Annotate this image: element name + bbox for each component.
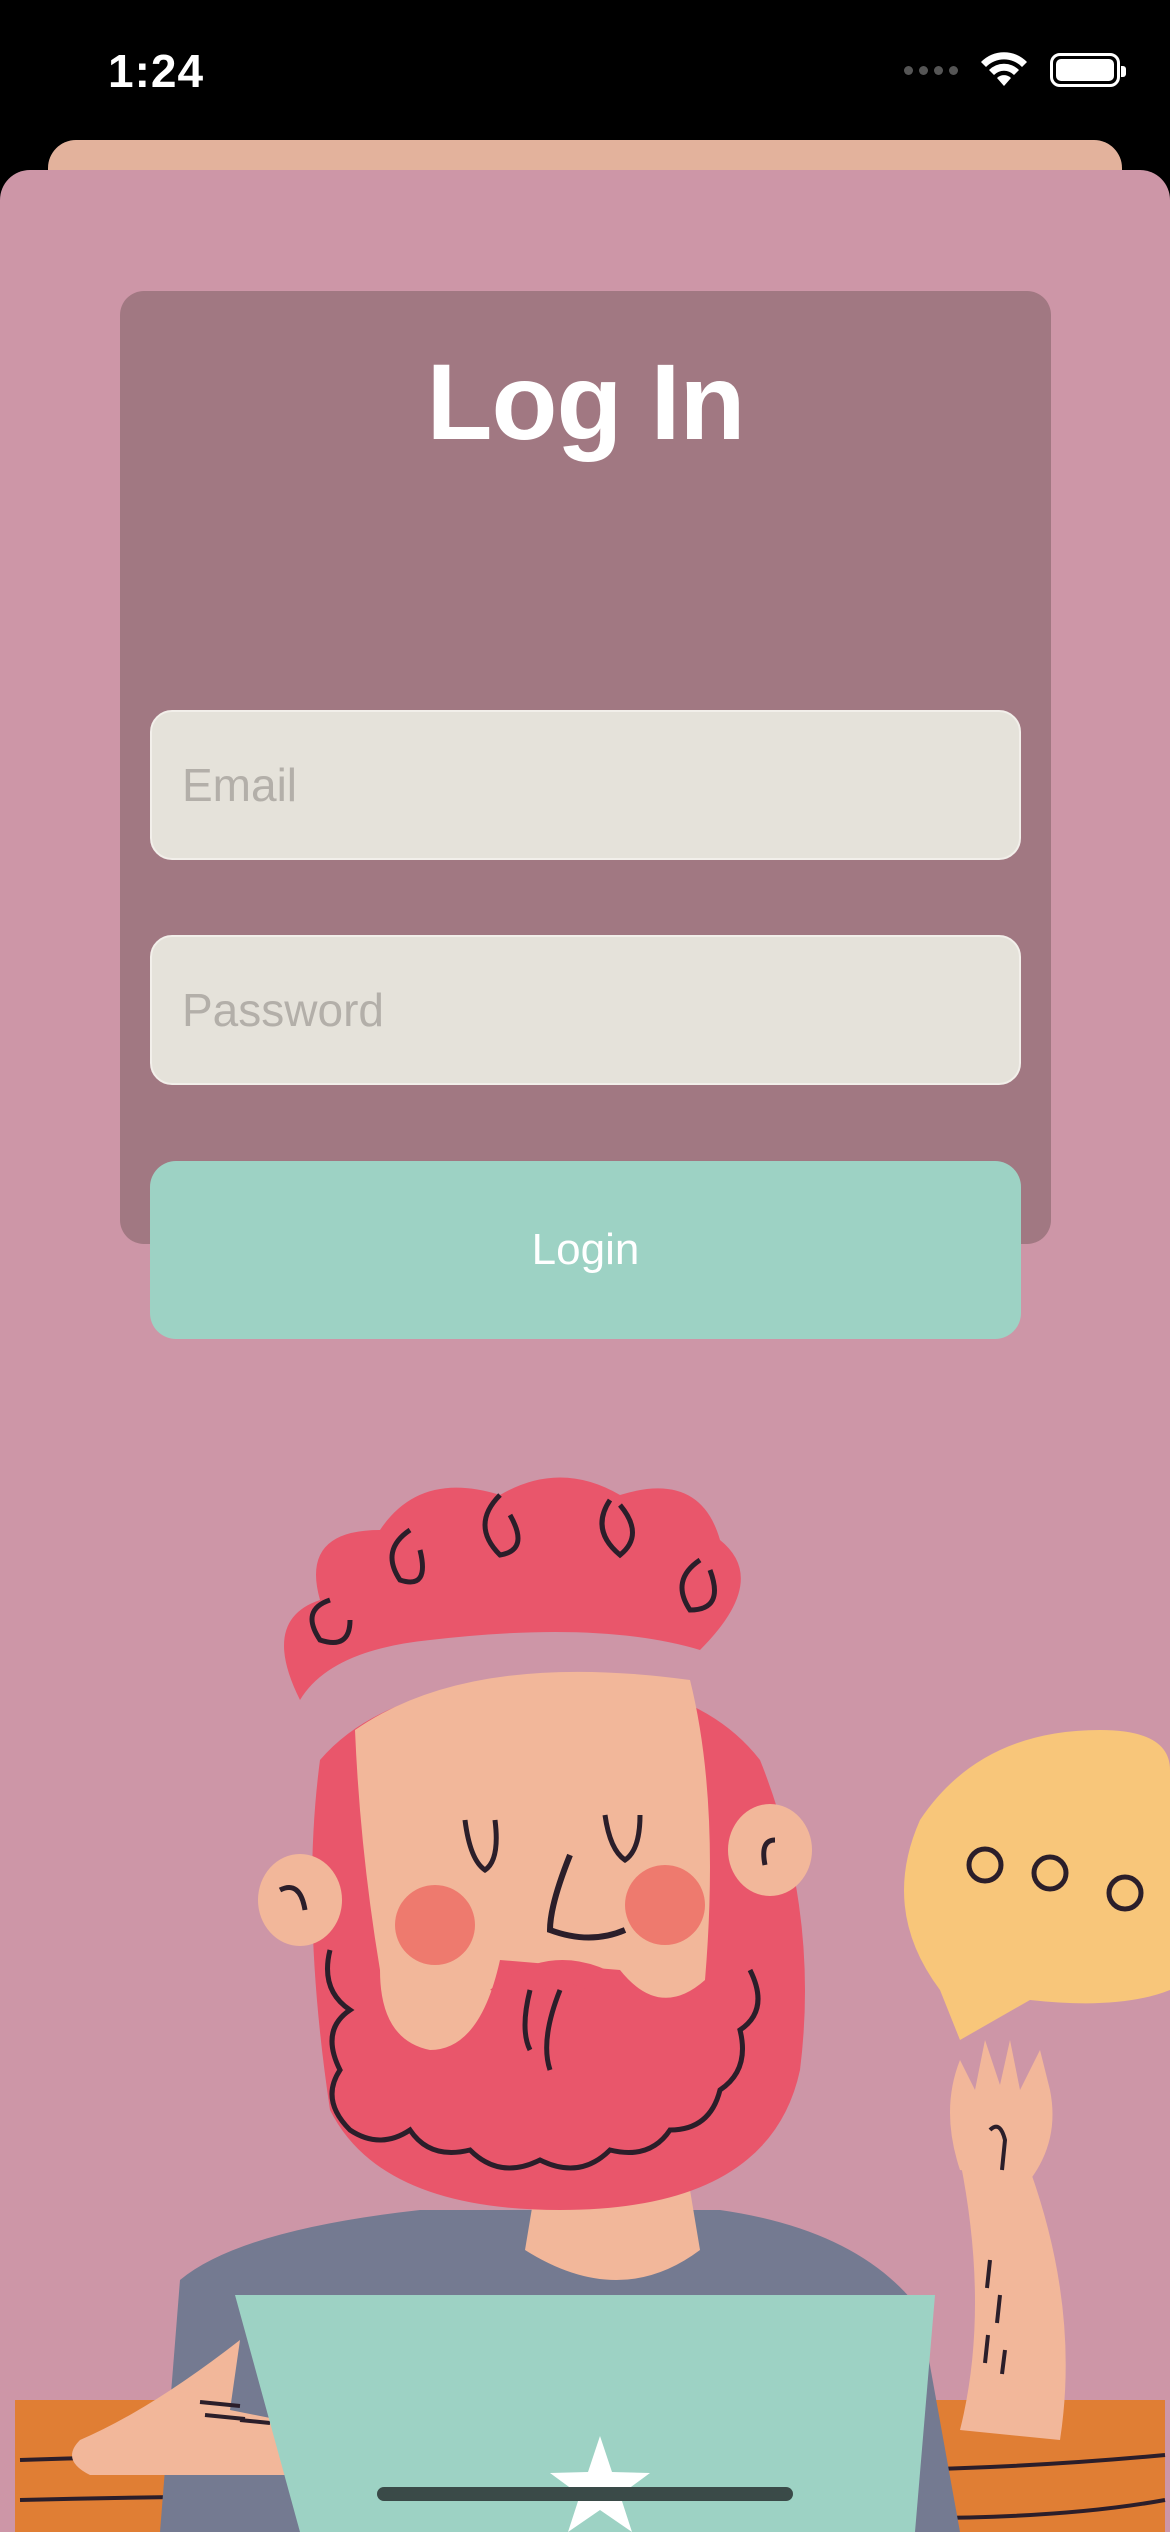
password-field[interactable] [150, 935, 1021, 1085]
status-bar: 1:24 [0, 0, 1170, 150]
wifi-icon [981, 52, 1027, 86]
status-time: 1:24 [108, 45, 205, 97]
email-field[interactable] [150, 710, 1021, 860]
login-sheet: Log In Login [0, 170, 1170, 2532]
battery-icon [1050, 53, 1126, 87]
status-icons [904, 52, 1126, 88]
login-button[interactable]: Login [150, 1161, 1021, 1339]
login-card: Log In Login [120, 291, 1051, 1339]
home-indicator [377, 2487, 793, 2501]
man-with-laptop-illustration [15, 1477, 1170, 2532]
cellular-signal-icon [904, 65, 958, 75]
page-title: Log In [426, 341, 746, 462]
